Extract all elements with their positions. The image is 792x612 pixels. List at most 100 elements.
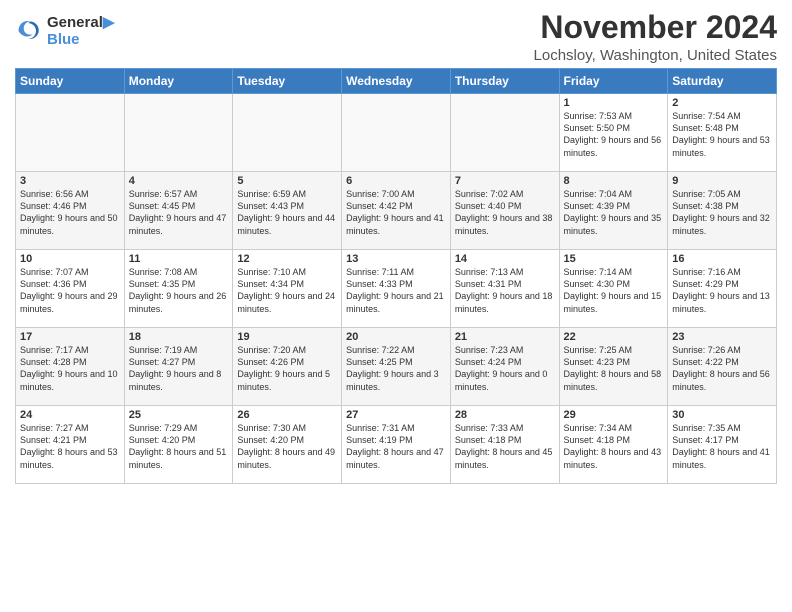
calendar-cell: 23Sunrise: 7:26 AMSunset: 4:22 PMDayligh… — [668, 328, 777, 406]
calendar-cell: 2Sunrise: 7:54 AMSunset: 5:48 PMDaylight… — [668, 94, 777, 172]
calendar-cell: 25Sunrise: 7:29 AMSunset: 4:20 PMDayligh… — [124, 406, 233, 484]
day-number: 19 — [237, 331, 337, 343]
day-number: 29 — [564, 409, 664, 421]
day-info: Sunrise: 7:25 AMSunset: 4:23 PMDaylight:… — [564, 344, 664, 393]
calendar-week-row: 24Sunrise: 7:27 AMSunset: 4:21 PMDayligh… — [16, 406, 777, 484]
day-info: Sunrise: 7:31 AMSunset: 4:19 PMDaylight:… — [346, 422, 446, 471]
calendar-cell: 10Sunrise: 7:07 AMSunset: 4:36 PMDayligh… — [16, 250, 125, 328]
day-number: 26 — [237, 409, 337, 421]
day-info: Sunrise: 7:05 AMSunset: 4:38 PMDaylight:… — [672, 188, 772, 237]
day-info: Sunrise: 7:23 AMSunset: 4:24 PMDaylight:… — [455, 344, 555, 393]
weekday-header: Wednesday — [342, 69, 451, 94]
day-info: Sunrise: 7:53 AMSunset: 5:50 PMDaylight:… — [564, 110, 664, 159]
day-info: Sunrise: 7:14 AMSunset: 4:30 PMDaylight:… — [564, 266, 664, 315]
day-info: Sunrise: 7:19 AMSunset: 4:27 PMDaylight:… — [129, 344, 229, 393]
day-number: 25 — [129, 409, 229, 421]
calendar-cell: 19Sunrise: 7:20 AMSunset: 4:26 PMDayligh… — [233, 328, 342, 406]
calendar-cell: 21Sunrise: 7:23 AMSunset: 4:24 PMDayligh… — [450, 328, 559, 406]
calendar-cell: 6Sunrise: 7:00 AMSunset: 4:42 PMDaylight… — [342, 172, 451, 250]
day-number: 21 — [455, 331, 555, 343]
day-number: 30 — [672, 409, 772, 421]
day-number: 11 — [129, 253, 229, 265]
calendar-week-row: 17Sunrise: 7:17 AMSunset: 4:28 PMDayligh… — [16, 328, 777, 406]
day-number: 2 — [672, 97, 772, 109]
calendar-cell — [450, 94, 559, 172]
day-info: Sunrise: 6:57 AMSunset: 4:45 PMDaylight:… — [129, 188, 229, 237]
calendar-cell: 18Sunrise: 7:19 AMSunset: 4:27 PMDayligh… — [124, 328, 233, 406]
day-info: Sunrise: 7:16 AMSunset: 4:29 PMDaylight:… — [672, 266, 772, 315]
day-number: 18 — [129, 331, 229, 343]
day-info: Sunrise: 7:30 AMSunset: 4:20 PMDaylight:… — [237, 422, 337, 471]
day-number: 5 — [237, 175, 337, 187]
day-info: Sunrise: 7:02 AMSunset: 4:40 PMDaylight:… — [455, 188, 555, 237]
day-number: 14 — [455, 253, 555, 265]
day-number: 12 — [237, 253, 337, 265]
day-info: Sunrise: 7:07 AMSunset: 4:36 PMDaylight:… — [20, 266, 120, 315]
weekday-header-row: SundayMondayTuesdayWednesdayThursdayFrid… — [16, 69, 777, 94]
calendar-cell: 17Sunrise: 7:17 AMSunset: 4:28 PMDayligh… — [16, 328, 125, 406]
calendar-cell: 9Sunrise: 7:05 AMSunset: 4:38 PMDaylight… — [668, 172, 777, 250]
calendar-cell: 26Sunrise: 7:30 AMSunset: 4:20 PMDayligh… — [233, 406, 342, 484]
day-info: Sunrise: 7:22 AMSunset: 4:25 PMDaylight:… — [346, 344, 446, 393]
calendar-week-row: 1Sunrise: 7:53 AMSunset: 5:50 PMDaylight… — [16, 94, 777, 172]
day-number: 6 — [346, 175, 446, 187]
day-info: Sunrise: 7:34 AMSunset: 4:18 PMDaylight:… — [564, 422, 664, 471]
day-number: 23 — [672, 331, 772, 343]
location: Lochsloy, Washington, United States — [534, 47, 777, 64]
day-number: 8 — [564, 175, 664, 187]
calendar-table: SundayMondayTuesdayWednesdayThursdayFrid… — [15, 68, 777, 484]
calendar-cell: 8Sunrise: 7:04 AMSunset: 4:39 PMDaylight… — [559, 172, 668, 250]
calendar-cell: 13Sunrise: 7:11 AMSunset: 4:33 PMDayligh… — [342, 250, 451, 328]
weekday-header: Thursday — [450, 69, 559, 94]
day-info: Sunrise: 7:13 AMSunset: 4:31 PMDaylight:… — [455, 266, 555, 315]
weekday-header: Saturday — [668, 69, 777, 94]
header: General▶ Blue November 2024 Lochsloy, Wa… — [15, 10, 777, 64]
calendar-cell: 7Sunrise: 7:02 AMSunset: 4:40 PMDaylight… — [450, 172, 559, 250]
calendar-week-row: 3Sunrise: 6:56 AMSunset: 4:46 PMDaylight… — [16, 172, 777, 250]
day-number: 16 — [672, 253, 772, 265]
calendar-cell: 4Sunrise: 6:57 AMSunset: 4:45 PMDaylight… — [124, 172, 233, 250]
day-info: Sunrise: 7:54 AMSunset: 5:48 PMDaylight:… — [672, 110, 772, 159]
calendar-cell: 12Sunrise: 7:10 AMSunset: 4:34 PMDayligh… — [233, 250, 342, 328]
calendar-cell: 20Sunrise: 7:22 AMSunset: 4:25 PMDayligh… — [342, 328, 451, 406]
page-container: General▶ Blue November 2024 Lochsloy, Wa… — [0, 0, 792, 489]
day-number: 17 — [20, 331, 120, 343]
calendar-cell: 14Sunrise: 7:13 AMSunset: 4:31 PMDayligh… — [450, 250, 559, 328]
day-info: Sunrise: 7:20 AMSunset: 4:26 PMDaylight:… — [237, 344, 337, 393]
day-info: Sunrise: 7:11 AMSunset: 4:33 PMDaylight:… — [346, 266, 446, 315]
logo: General▶ Blue — [15, 14, 114, 49]
day-info: Sunrise: 7:04 AMSunset: 4:39 PMDaylight:… — [564, 188, 664, 237]
calendar-cell: 30Sunrise: 7:35 AMSunset: 4:17 PMDayligh… — [668, 406, 777, 484]
day-number: 20 — [346, 331, 446, 343]
calendar-cell: 24Sunrise: 7:27 AMSunset: 4:21 PMDayligh… — [16, 406, 125, 484]
weekday-header: Monday — [124, 69, 233, 94]
day-number: 1 — [564, 97, 664, 109]
day-number: 10 — [20, 253, 120, 265]
calendar-cell: 29Sunrise: 7:34 AMSunset: 4:18 PMDayligh… — [559, 406, 668, 484]
calendar-cell — [124, 94, 233, 172]
calendar-cell: 27Sunrise: 7:31 AMSunset: 4:19 PMDayligh… — [342, 406, 451, 484]
calendar-cell: 11Sunrise: 7:08 AMSunset: 4:35 PMDayligh… — [124, 250, 233, 328]
month-year: November 2024 — [534, 10, 777, 45]
calendar-cell: 28Sunrise: 7:33 AMSunset: 4:18 PMDayligh… — [450, 406, 559, 484]
calendar-cell: 15Sunrise: 7:14 AMSunset: 4:30 PMDayligh… — [559, 250, 668, 328]
day-number: 24 — [20, 409, 120, 421]
day-number: 9 — [672, 175, 772, 187]
day-info: Sunrise: 6:59 AMSunset: 4:43 PMDaylight:… — [237, 188, 337, 237]
calendar-cell — [342, 94, 451, 172]
day-number: 7 — [455, 175, 555, 187]
day-number: 15 — [564, 253, 664, 265]
logo-text: General▶ Blue — [47, 14, 114, 49]
weekday-header: Friday — [559, 69, 668, 94]
day-number: 3 — [20, 175, 120, 187]
calendar-cell: 1Sunrise: 7:53 AMSunset: 5:50 PMDaylight… — [559, 94, 668, 172]
day-info: Sunrise: 7:08 AMSunset: 4:35 PMDaylight:… — [129, 266, 229, 315]
day-number: 13 — [346, 253, 446, 265]
day-info: Sunrise: 7:33 AMSunset: 4:18 PMDaylight:… — [455, 422, 555, 471]
day-info: Sunrise: 7:17 AMSunset: 4:28 PMDaylight:… — [20, 344, 120, 393]
weekday-header: Sunday — [16, 69, 125, 94]
weekday-header: Tuesday — [233, 69, 342, 94]
calendar-cell — [233, 94, 342, 172]
day-info: Sunrise: 7:26 AMSunset: 4:22 PMDaylight:… — [672, 344, 772, 393]
day-info: Sunrise: 7:00 AMSunset: 4:42 PMDaylight:… — [346, 188, 446, 237]
